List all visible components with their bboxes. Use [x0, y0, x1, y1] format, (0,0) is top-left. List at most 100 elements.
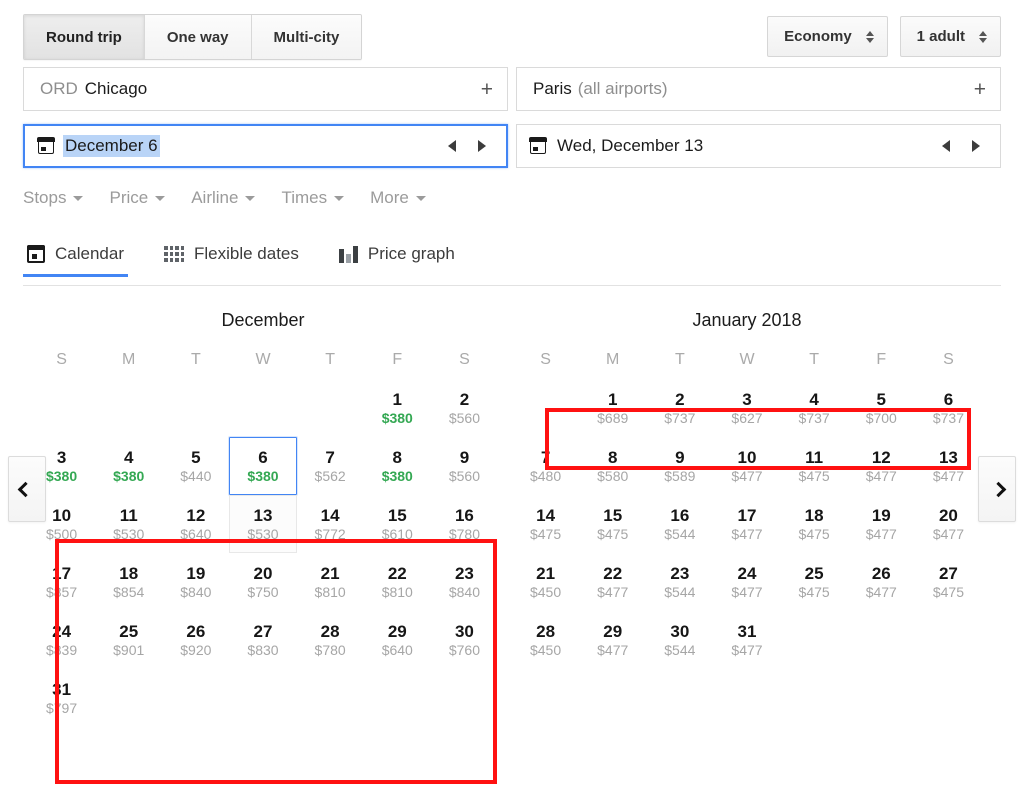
day-price: $737 [664, 409, 696, 426]
origin-input[interactable]: ORD Chicago + [23, 67, 508, 111]
calendar-day-cell[interactable]: 24 $839 [28, 611, 95, 669]
filter-label: Price [109, 188, 149, 207]
calendar-day-cell[interactable]: 25 $901 [95, 611, 162, 669]
calendar-day-cell[interactable]: 12 $477 [848, 437, 915, 495]
filter-more[interactable]: More [370, 188, 426, 208]
calendar-day-cell[interactable]: 25 $475 [781, 553, 848, 611]
calendar-day-cell[interactable]: 4 $380 [95, 437, 162, 495]
calendar-day-cell[interactable]: 26 $920 [162, 611, 229, 669]
calendar-day-cell[interactable]: 31 $797 [28, 669, 95, 727]
calendar-day-cell[interactable]: 26 $477 [848, 553, 915, 611]
calendar-day-cell[interactable]: 7 $480 [512, 437, 579, 495]
day-number: 23 [454, 563, 474, 583]
day-price: $477 [731, 641, 763, 658]
calendar-day-cell[interactable]: 1 $380 [364, 379, 431, 437]
calendar-day-cell[interactable]: 24 $477 [713, 553, 780, 611]
filter-price[interactable]: Price [109, 188, 166, 208]
passenger-count-selector[interactable]: 1 adult [899, 16, 1001, 57]
calendar-day-cell[interactable]: 20 $750 [229, 553, 296, 611]
calendar-day-cell[interactable]: 6 $737 [915, 379, 982, 437]
calendar-day-cell[interactable]: 31 $477 [713, 611, 780, 669]
day-price: $760 [448, 641, 480, 658]
calendar-day-cell[interactable]: 23 $544 [646, 553, 713, 611]
calendar-day-cell[interactable]: 18 $854 [95, 553, 162, 611]
calendar-day-cell[interactable]: 19 $840 [162, 553, 229, 611]
calendar-day-cell[interactable]: 21 $450 [512, 553, 579, 611]
next-month-button[interactable] [978, 456, 1016, 522]
add-destination-button[interactable]: + [964, 79, 986, 100]
calendar-day-cell[interactable]: 3 $627 [713, 379, 780, 437]
calendar-day-cell[interactable]: 27 $475 [915, 553, 982, 611]
calendar-day-cell[interactable]: 17 $857 [28, 553, 95, 611]
depart-date-steppers [448, 140, 494, 152]
calendar-week-row: 14 $475 15 $475 16 $544 17 $477 18 $475 19 $477 20 $4… [512, 495, 982, 553]
calendar-day-cell[interactable]: 11 $475 [781, 437, 848, 495]
calendar-day-cell[interactable]: 4 $737 [781, 379, 848, 437]
trip-type-round-trip[interactable]: Round trip [24, 15, 145, 59]
calendar-day-cell[interactable]: 2 $737 [646, 379, 713, 437]
cabin-class-selector[interactable]: Economy [767, 16, 888, 57]
calendar-day-cell[interactable]: 16 $780 [431, 495, 498, 553]
calendar-day-cell[interactable]: 11 $530 [95, 495, 162, 553]
filter-airline[interactable]: Airline [191, 188, 256, 208]
depart-date-input[interactable]: December 6 [23, 124, 508, 168]
calendar-day-cell[interactable]: 6 $380 [229, 437, 297, 495]
calendar-day-cell[interactable]: 10 $477 [713, 437, 780, 495]
trip-type-segmented-control[interactable]: Round trip One way Multi-city [23, 14, 363, 60]
filter-stops[interactable]: Stops [23, 188, 84, 208]
calendar-day-cell[interactable]: 9 $560 [431, 437, 498, 495]
calendar-day-cell[interactable]: 16 $544 [646, 495, 713, 553]
previous-month-button[interactable] [8, 456, 46, 522]
calendar-day-cell[interactable]: 1 $689 [579, 379, 646, 437]
calendar-day-cell[interactable]: 27 $830 [229, 611, 296, 669]
calendar-day-cell[interactable]: 5 $440 [162, 437, 229, 495]
return-date-input[interactable]: Wed, December 13 [516, 124, 1001, 168]
calendar-day-cell[interactable]: 30 $544 [646, 611, 713, 669]
calendar-day-cell[interactable]: 21 $810 [297, 553, 364, 611]
day-number: 9 [675, 447, 685, 467]
tab-calendar[interactable]: Calendar [23, 240, 144, 277]
day-number: 16 [670, 505, 690, 525]
destination-input[interactable]: Paris (all airports) + [516, 67, 1001, 111]
day-price: $544 [664, 525, 696, 542]
calendar-day-cell[interactable]: 20 $477 [915, 495, 982, 553]
calendar-day-cell[interactable]: 13 $530 [229, 495, 297, 553]
calendar-day-cell[interactable]: 8 $380 [364, 437, 431, 495]
day-number: 30 [670, 621, 690, 641]
calendar-day-cell[interactable]: 15 $610 [364, 495, 431, 553]
depart-prev-day-button[interactable] [448, 140, 456, 152]
calendar-day-cell[interactable]: 19 $477 [848, 495, 915, 553]
tab-flexible-dates[interactable]: Flexible dates [144, 240, 319, 277]
calendar-day-cell[interactable]: 17 $477 [713, 495, 780, 553]
calendar-day-cell[interactable]: 5 $700 [848, 379, 915, 437]
calendar-day-cell[interactable]: 30 $760 [431, 611, 498, 669]
trip-type-one-way[interactable]: One way [144, 15, 252, 59]
calendar-day-cell[interactable]: 23 $840 [431, 553, 498, 611]
trip-type-multi-city[interactable]: Multi-city [251, 15, 362, 59]
calendar-day-cell[interactable]: 7 $562 [297, 437, 364, 495]
calendar-day-cell[interactable]: 29 $477 [579, 611, 646, 669]
calendar-day-cell[interactable]: 28 $780 [297, 611, 364, 669]
calendar-day-cell[interactable]: 15 $475 [579, 495, 646, 553]
calendar-day-cell[interactable]: 29 $640 [364, 611, 431, 669]
calendar-day-cell[interactable]: 28 $450 [512, 611, 579, 669]
calendar-day-cell[interactable]: 14 $475 [512, 495, 579, 553]
calendar-day-cell[interactable]: 18 $475 [781, 495, 848, 553]
calendar-day-cell[interactable]: 12 $640 [162, 495, 229, 553]
weekday-label: T [325, 351, 336, 368]
calendar-day-cell[interactable]: 13 $477 [915, 437, 982, 495]
return-next-day-button[interactable] [972, 140, 980, 152]
calendar-day-cell[interactable]: 22 $477 [579, 553, 646, 611]
calendar-day-cell[interactable]: 22 $810 [364, 553, 431, 611]
add-origin-button[interactable]: + [471, 79, 493, 100]
calendar-day-cell[interactable]: 9 $589 [646, 437, 713, 495]
calendar-day-cell[interactable]: 8 $580 [579, 437, 646, 495]
chevron-right-icon [990, 481, 1007, 497]
return-prev-day-button[interactable] [942, 140, 950, 152]
calendar-day-cell[interactable]: 14 $772 [297, 495, 364, 553]
calendar-day-cell[interactable]: 2 $560 [431, 379, 498, 437]
month-title: December [221, 310, 305, 330]
depart-next-day-button[interactable] [478, 140, 486, 152]
filter-times[interactable]: Times [281, 188, 345, 208]
tab-price-graph[interactable]: Price graph [319, 240, 475, 277]
